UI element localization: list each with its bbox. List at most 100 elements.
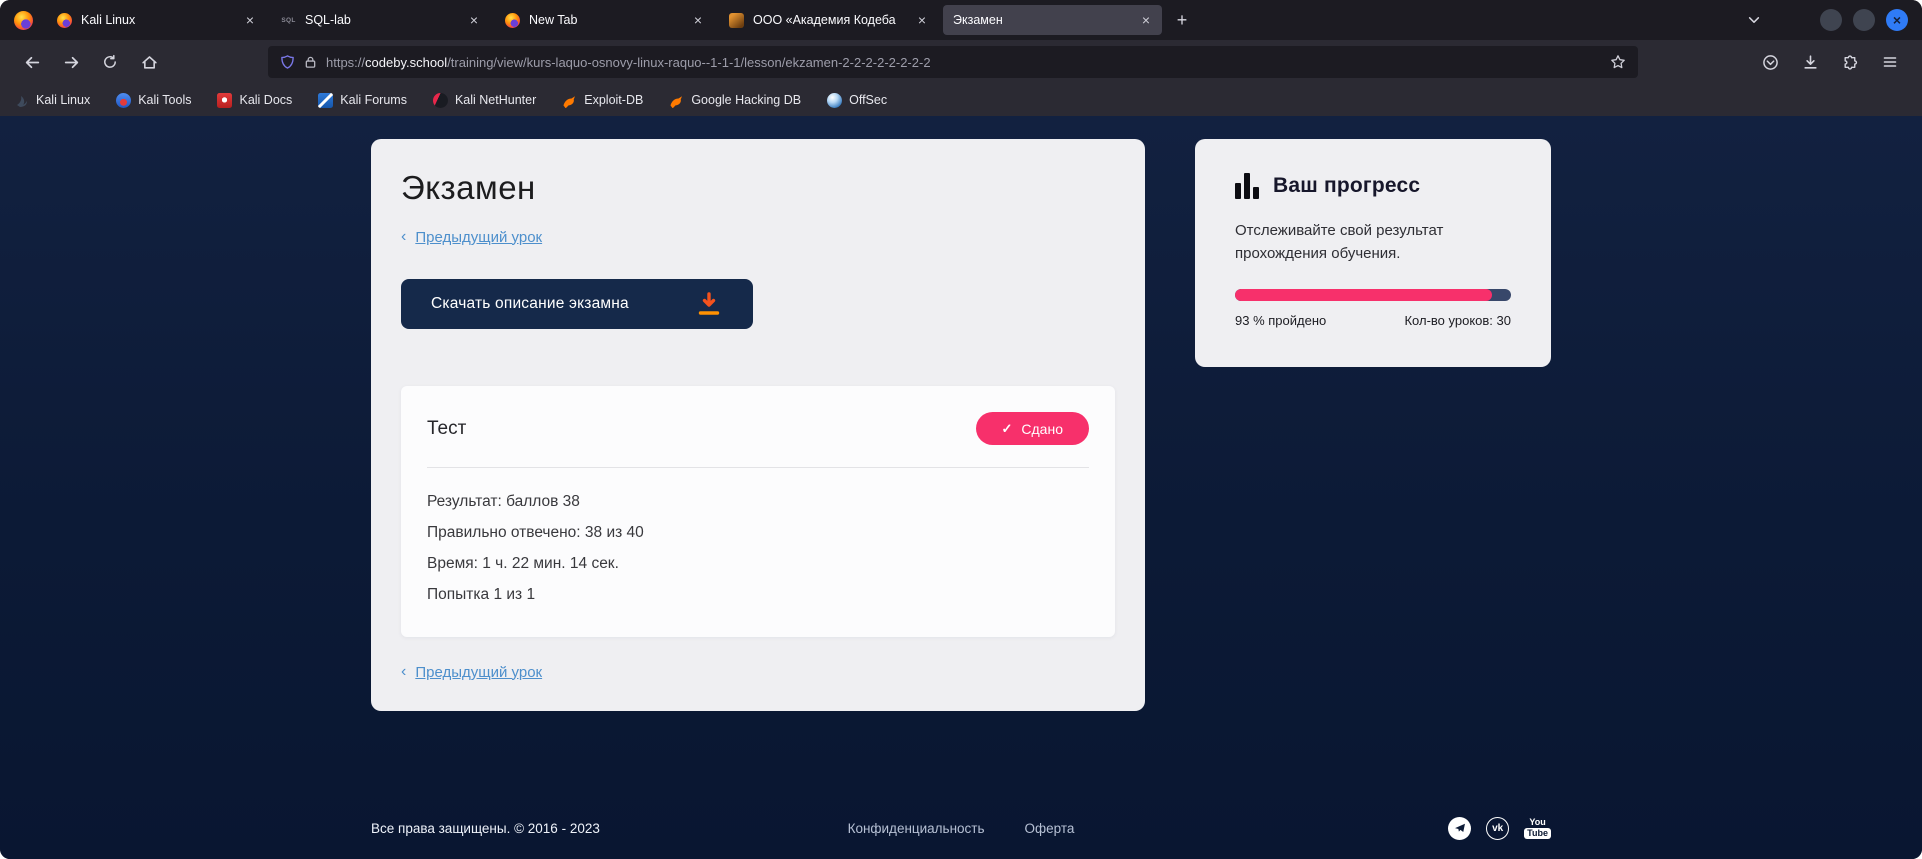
result-attempt: Попытка 1 из 1 — [427, 579, 1089, 610]
tab-kali-linux[interactable]: Kali Linux × — [47, 5, 266, 35]
tab-close-icon[interactable]: × — [688, 10, 708, 30]
kali-dragon-icon — [14, 93, 29, 108]
tab-ekzamen-active[interactable]: Экзамен × — [943, 5, 1162, 35]
bookmark-label: Kali NetHunter — [455, 93, 536, 107]
page-footer: Все права защищены. © 2016 - 2023 Конфид… — [371, 806, 1551, 850]
bookmark-label: Exploit-DB — [584, 93, 643, 107]
footer-links: Конфиденциальность Оферта — [848, 821, 1075, 836]
youtube-text-top: You — [1529, 818, 1545, 827]
download-arrow-icon — [695, 291, 723, 317]
bookmark-offsec[interactable]: OffSec — [827, 93, 887, 108]
exploit-db-bird-icon — [562, 93, 577, 108]
previous-lesson-label: Предыдущий урок — [415, 664, 542, 681]
progress-card: Ваш прогресс Отслеживайте свой результат… — [1195, 139, 1551, 367]
tab-close-icon[interactable]: × — [912, 10, 932, 30]
home-icon[interactable] — [133, 46, 165, 78]
privacy-link[interactable]: Конфиденциальность — [848, 821, 985, 836]
back-icon[interactable] — [16, 46, 48, 78]
download-exam-description-button[interactable]: Скачать описание экзамна — [401, 279, 753, 329]
test-header: Тест ✓ Сдано — [427, 412, 1089, 445]
academy-favicon — [729, 13, 744, 28]
page-content: Экзамен ‹ Предыдущий урок Скачать описан… — [0, 116, 1922, 859]
progress-labels: 93 % пройдено Кол-во уроков: 30 — [1235, 313, 1511, 328]
chevron-left-icon: ‹ — [401, 228, 406, 246]
kali-nethunter-icon — [433, 93, 448, 108]
url-domain: codeby.school — [365, 55, 447, 70]
test-results: Результат: баллов 38 Правильно отвечено:… — [427, 486, 1089, 610]
progress-fill — [1235, 289, 1492, 301]
new-tab-button[interactable]: + — [1167, 5, 1197, 35]
bookmark-label: Kali Tools — [138, 93, 191, 107]
test-card: Тест ✓ Сдано Результат: баллов 38 Правил… — [401, 386, 1115, 637]
tab-close-icon[interactable]: × — [1136, 10, 1156, 30]
bookmark-label: Kali Linux — [36, 93, 90, 107]
youtube-icon[interactable]: You Tube — [1524, 818, 1551, 839]
bookmark-kali-nethunter[interactable]: Kali NetHunter — [433, 93, 536, 108]
toolbar-right-icons — [1756, 46, 1904, 78]
bookmark-label: OffSec — [849, 93, 887, 107]
firefox-icon — [57, 13, 72, 28]
bar-chart-icon — [1235, 173, 1259, 199]
download-button-label: Скачать описание экзамна — [431, 295, 629, 313]
tab-academy[interactable]: ООО «Академия Кодеба × — [719, 5, 938, 35]
maximize-button[interactable] — [1853, 9, 1875, 31]
tab-title: ООО «Академия Кодеба — [753, 13, 912, 27]
lock-icon[interactable] — [304, 55, 317, 69]
check-icon: ✓ — [1002, 421, 1013, 437]
firefox-app-icon — [14, 11, 33, 30]
browser-window: Kali Linux × SQL SQL-lab × New Tab × ООО… — [0, 0, 1922, 859]
url-scheme: https:// — [326, 55, 365, 70]
vk-icon[interactable]: vk — [1486, 817, 1509, 840]
reload-icon[interactable] — [94, 46, 126, 78]
result-score: Результат: баллов 38 — [427, 486, 1089, 517]
window-close-button[interactable]: × — [1886, 9, 1908, 31]
bookmark-kali-forums[interactable]: Kali Forums — [318, 93, 407, 108]
menu-hamburger-icon[interactable] — [1876, 46, 1904, 78]
url-bar[interactable]: https:// codeby.school /training/view/ku… — [268, 46, 1638, 78]
offer-link[interactable]: Оферта — [1025, 821, 1075, 836]
tab-title: SQL-lab — [305, 13, 464, 27]
tab-title: Экзамен — [953, 13, 1136, 27]
url-path: /training/view/kurs-laquo-osnovy-linux-r… — [447, 55, 930, 70]
sql-favicon: SQL — [281, 13, 296, 28]
tab-close-icon[interactable]: × — [240, 10, 260, 30]
previous-lesson-link-bottom[interactable]: ‹ Предыдущий урок — [401, 663, 542, 681]
offsec-icon — [827, 93, 842, 108]
forward-icon[interactable] — [55, 46, 87, 78]
bookmark-kali-docs[interactable]: Kali Docs — [217, 93, 292, 108]
bookmark-kali-linux[interactable]: Kali Linux — [14, 93, 90, 108]
tab-new-tab[interactable]: New Tab × — [495, 5, 714, 35]
previous-lesson-link-top[interactable]: ‹ Предыдущий урок — [401, 228, 542, 246]
tab-close-icon[interactable]: × — [464, 10, 484, 30]
test-title: Тест — [427, 418, 466, 440]
bookmark-star-icon[interactable] — [1610, 54, 1626, 70]
minimize-button[interactable] — [1820, 9, 1842, 31]
downloads-icon[interactable] — [1796, 46, 1824, 78]
page-title: Экзамен — [401, 169, 1115, 207]
tab-bar: Kali Linux × SQL SQL-lab × New Tab × ООО… — [0, 0, 1922, 40]
navigation-toolbar: https:// codeby.school /training/view/ku… — [0, 40, 1922, 84]
kali-docs-icon — [217, 93, 232, 108]
progress-lessons-label: Кол-во уроков: 30 — [1404, 313, 1511, 328]
pocket-icon[interactable] — [1756, 46, 1784, 78]
result-time: Время: 1 ч. 22 мин. 14 сек. — [427, 548, 1089, 579]
status-badge-passed[interactable]: ✓ Сдано — [976, 412, 1090, 445]
tab-title: Kali Linux — [81, 13, 240, 27]
status-label: Сдано — [1021, 421, 1063, 437]
progress-description: Отслеживайте свой результат прохождения … — [1235, 219, 1465, 265]
progress-bar — [1235, 289, 1511, 301]
bookmark-google-hacking-db[interactable]: Google Hacking DB — [669, 93, 801, 108]
list-tabs-chevron-icon[interactable] — [1747, 13, 1761, 27]
tracking-protection-shield-icon[interactable] — [280, 54, 295, 70]
divider — [427, 467, 1089, 468]
exam-card: Экзамен ‹ Предыдущий урок Скачать описан… — [371, 139, 1145, 711]
bookmark-kali-tools[interactable]: Kali Tools — [116, 93, 191, 108]
extensions-puzzle-icon[interactable] — [1836, 46, 1864, 78]
progress-title: Ваш прогресс — [1273, 174, 1420, 198]
telegram-icon[interactable] — [1448, 817, 1471, 840]
ghdb-bird-icon — [669, 93, 684, 108]
kali-tools-icon — [116, 93, 131, 108]
result-correct: Правильно отвечено: 38 из 40 — [427, 517, 1089, 548]
bookmark-exploit-db[interactable]: Exploit-DB — [562, 93, 643, 108]
tab-sql-lab[interactable]: SQL SQL-lab × — [271, 5, 490, 35]
